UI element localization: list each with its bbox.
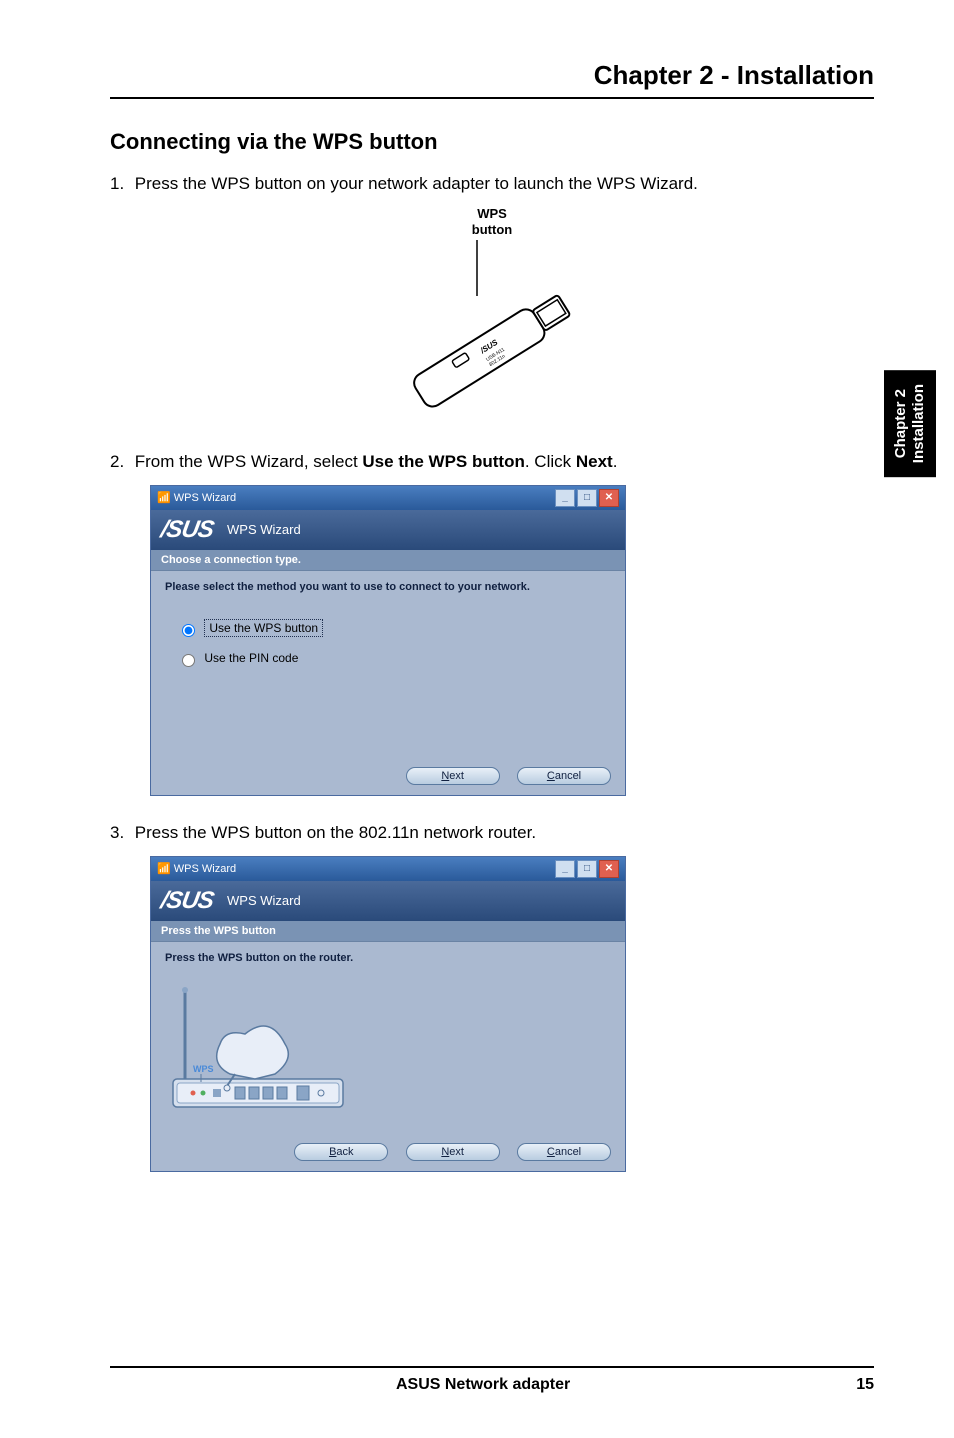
window-icon: 📶: [157, 863, 171, 875]
radio-pin-input[interactable]: [182, 654, 195, 667]
brand-tag: WPS Wizard: [227, 522, 301, 537]
close-button[interactable]: ✕: [599, 489, 619, 507]
brand-tag: WPS Wizard: [227, 893, 301, 908]
window-icon: 📶: [157, 492, 171, 504]
wizard-caption: Press the WPS button: [151, 921, 625, 942]
next-u: N: [441, 770, 449, 782]
step-1-number: 1.: [110, 173, 130, 195]
footer-page-num: 15: [856, 1376, 874, 1394]
next-u: N: [441, 1146, 449, 1158]
radio-wps-label: Use the WPS button: [204, 619, 323, 637]
cancel-u: C: [547, 770, 555, 782]
step-2-post: .: [613, 452, 618, 471]
window-title: WPS Wizard: [174, 492, 236, 504]
minimize-button[interactable]: _: [555, 860, 575, 878]
footer-rule: [110, 1366, 874, 1368]
radio-wps-input[interactable]: [182, 624, 195, 637]
back-button[interactable]: Back: [294, 1143, 388, 1161]
brand-bar: /SUS WPS Wizard: [151, 881, 625, 921]
step-3: 3. Press the WPS button on the 802.11n n…: [110, 822, 874, 844]
back-u: B: [329, 1146, 336, 1158]
side-tab: Chapter 2 Installation: [884, 370, 936, 477]
header-rule: [110, 97, 874, 99]
cancel-button[interactable]: Cancel: [517, 1143, 611, 1161]
section-title: Connecting via the WPS button: [110, 129, 874, 155]
radio-wps-button[interactable]: Use the WPS button: [177, 621, 611, 637]
maximize-button[interactable]: □: [577, 489, 597, 507]
router-illustration: WPS: [165, 984, 365, 1114]
side-tab-line1: Chapter 2: [892, 389, 909, 458]
side-tab-line2: Installation: [910, 384, 927, 463]
wps-router-label: WPS: [193, 1064, 214, 1074]
step-2-mid: . Click: [525, 452, 576, 471]
next-button[interactable]: Next: [406, 1143, 500, 1161]
wps-label-line2: button: [110, 223, 874, 237]
step-2: 2. From the WPS Wizard, select Use the W…: [110, 451, 874, 473]
window-title: WPS Wizard: [174, 863, 236, 875]
wizard-caption: Choose a connection type.: [151, 550, 625, 571]
footer-product: ASUS Network adapter: [396, 1376, 570, 1394]
chapter-title: Chapter 2 - Installation: [110, 60, 874, 91]
wizard-instruction: Please select the method you want to use…: [165, 581, 611, 593]
maximize-button[interactable]: □: [577, 860, 597, 878]
wps-label-line1: WPS: [110, 207, 874, 221]
cancel-u: C: [547, 1146, 555, 1158]
minimize-button[interactable]: _: [555, 489, 575, 507]
close-button[interactable]: ✕: [599, 860, 619, 878]
asus-logo: /SUS: [159, 887, 216, 915]
step-2-number: 2.: [110, 451, 130, 473]
step-1-text: Press the WPS button on your network ada…: [135, 174, 698, 193]
next-button[interactable]: Next: [406, 767, 500, 785]
wizard-instruction: Press the WPS button on the router.: [165, 952, 611, 964]
radio-pin-label: Use the PIN code: [204, 651, 298, 665]
radio-pin-code[interactable]: Use the PIN code: [177, 651, 611, 667]
asus-logo: /SUS: [159, 516, 216, 544]
step-2-bold1: Use the WPS button: [362, 452, 524, 471]
cancel-button[interactable]: Cancel: [517, 767, 611, 785]
step-2-bold2: Next: [576, 452, 613, 471]
figure-adapter: WPS button /SUS USB-N11 802.11n: [110, 207, 874, 425]
step-1: 1. Press the WPS button on your network …: [110, 173, 874, 195]
wps-wizard-1: 📶 WPS Wizard _ □ ✕ /SUS WPS Wizard Choos…: [150, 485, 626, 796]
adapter-illustration: /SUS USB-N11 802.11n: [367, 240, 617, 420]
brand-bar: /SUS WPS Wizard: [151, 510, 625, 550]
step-3-text: Press the WPS button on the 802.11n netw…: [135, 823, 536, 842]
step-3-number: 3.: [110, 822, 130, 844]
wps-wizard-2: 📶 WPS Wizard _ □ ✕ /SUS WPS Wizard Press…: [150, 856, 626, 1172]
titlebar: 📶 WPS Wizard _ □ ✕: [151, 486, 625, 510]
titlebar: 📶 WPS Wizard _ □ ✕: [151, 857, 625, 881]
step-2-text-pre: From the WPS Wizard, select: [135, 452, 363, 471]
